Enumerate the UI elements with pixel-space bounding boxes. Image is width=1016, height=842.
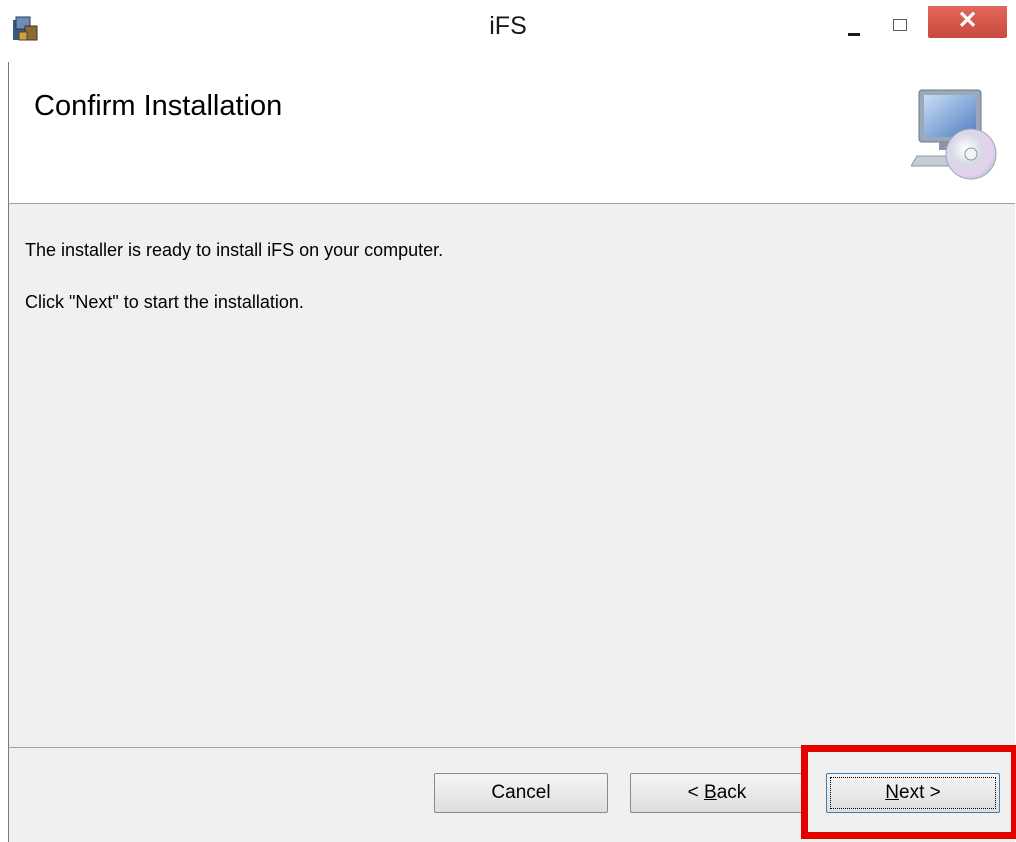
main-content: The installer is ready to install iFS on… xyxy=(8,204,1015,747)
page-title: Confirm Installation xyxy=(34,90,283,122)
maximize-icon xyxy=(893,19,907,31)
title-bar[interactable]: iFS ✕ xyxy=(0,0,1016,62)
next-button[interactable]: Next > xyxy=(826,773,1000,813)
back-prefix: < xyxy=(687,782,705,803)
minimize-button[interactable] xyxy=(835,10,871,38)
header-banner: Confirm Installation xyxy=(8,62,1015,204)
back-label-rest: ack xyxy=(716,782,747,803)
next-mnemonic: N xyxy=(885,782,899,803)
installer-window: iFS ✕ Confirm Installation The installer… xyxy=(0,0,1016,842)
close-button[interactable]: ✕ xyxy=(928,6,1007,38)
close-icon: ✕ xyxy=(957,7,978,34)
ready-message: The installer is ready to install iFS on… xyxy=(25,240,444,260)
instruction-message: Click "Next" to start the installation. xyxy=(25,292,304,312)
button-bar: Cancel < Back Next > xyxy=(8,747,1015,842)
next-label-rest: ext > xyxy=(899,782,941,803)
maximize-button[interactable] xyxy=(880,10,916,38)
cancel-button[interactable]: Cancel xyxy=(434,773,608,813)
computer-cd-icon xyxy=(911,89,997,180)
back-button[interactable]: < Back xyxy=(630,773,804,813)
back-mnemonic: B xyxy=(704,782,717,803)
minimize-icon xyxy=(848,33,860,36)
